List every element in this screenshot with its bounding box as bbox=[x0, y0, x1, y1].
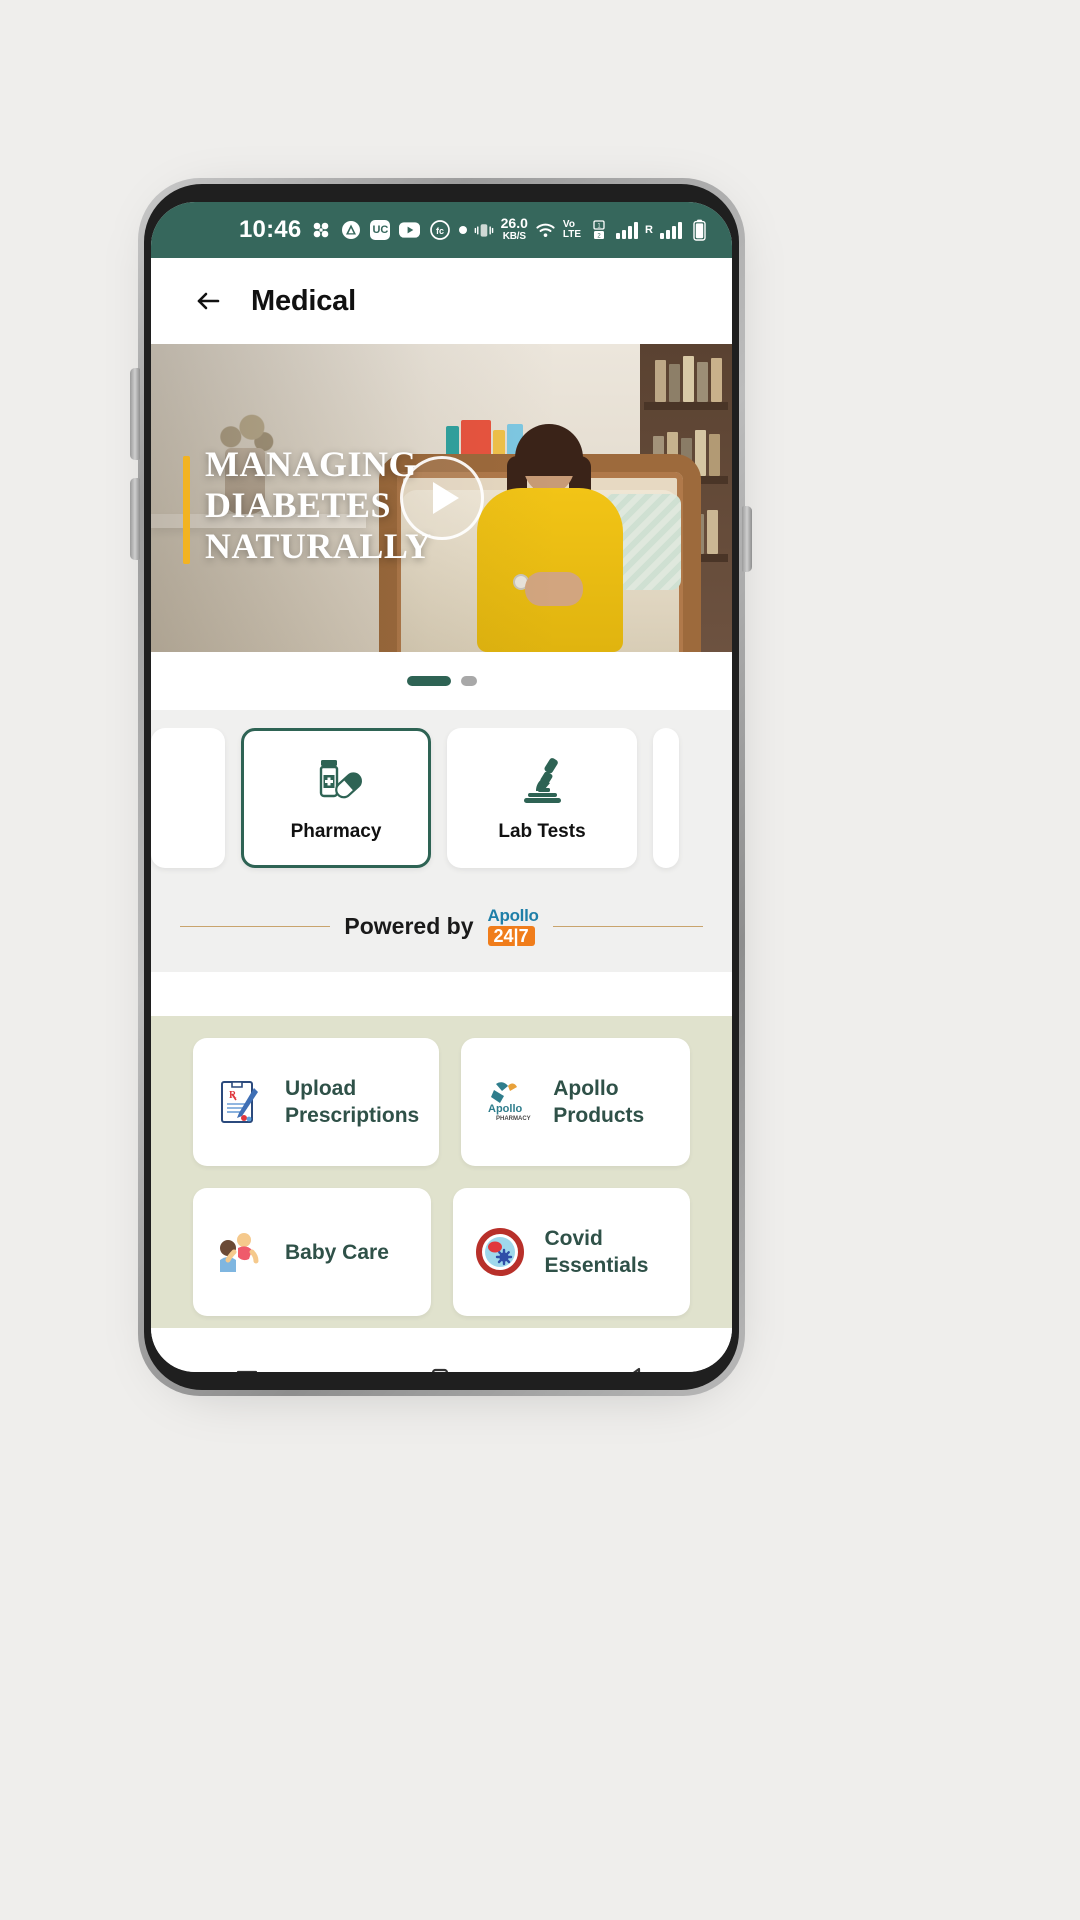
phone-screen: 10:46 UC fc 26.0 KB/S Vo LTE 1 2 R Medic… bbox=[151, 202, 732, 1372]
category-card-pharmacy[interactable]: Pharmacy bbox=[241, 728, 431, 868]
volume-up-button[interactable] bbox=[130, 368, 140, 460]
category-rail-wrapper: Pharmacy Lab Tests Powered by Apollo 24|… bbox=[151, 710, 732, 972]
status-bar-left: 10:46 UC fc bbox=[239, 216, 468, 244]
category-label: Pharmacy bbox=[290, 821, 382, 842]
service-card-upload-prescriptions[interactable]: R Upload Prescriptions bbox=[193, 1038, 440, 1166]
roaming-signal-icon bbox=[660, 221, 682, 239]
vibrate-icon bbox=[473, 220, 494, 241]
service-card-baby-care[interactable]: Baby Care bbox=[193, 1188, 431, 1316]
carousel-dot-1[interactable] bbox=[406, 676, 451, 686]
category-rail[interactable]: Pharmacy Lab Tests bbox=[151, 728, 732, 880]
back-triangle-icon[interactable] bbox=[617, 1360, 653, 1372]
battery-icon bbox=[689, 219, 710, 241]
status-bar-right: 26.0 KB/S Vo LTE 1 2 R bbox=[473, 215, 710, 243]
main-content: MANAGING DIABETES NATURALLY Pharmacy Lab… bbox=[151, 344, 732, 1328]
dot-icon bbox=[459, 226, 468, 234]
volume-down-button[interactable] bbox=[130, 478, 140, 560]
services-grid: R Upload Prescriptions bbox=[151, 1016, 732, 1328]
screenshot-stage: 10:46 UC fc 26.0 KB/S Vo LTE 1 2 R Medic… bbox=[0, 0, 1080, 1920]
banner-title-line-1: MANAGING bbox=[205, 444, 417, 484]
apollo-247-logo: Apollo 24|7 bbox=[487, 905, 539, 946]
status-bar: 10:46 UC fc 26.0 KB/S Vo LTE 1 2 R bbox=[151, 202, 732, 258]
category-card-partial-left[interactable] bbox=[151, 728, 225, 868]
prescription-document-icon: R bbox=[213, 1075, 267, 1129]
video-banner[interactable]: MANAGING DIABETES NATURALLY bbox=[151, 344, 732, 652]
service-label: Baby Care bbox=[285, 1240, 389, 1264]
svg-text:PHARMACY: PHARMACY bbox=[496, 1116, 531, 1122]
microscope-icon bbox=[514, 753, 570, 809]
content-spacer bbox=[151, 972, 732, 1016]
youtube-icon bbox=[399, 220, 421, 241]
svg-text:Apollo: Apollo bbox=[488, 1103, 522, 1115]
baby-care-icon bbox=[213, 1225, 267, 1279]
service-label: Covid Essentials bbox=[544, 1227, 649, 1277]
cloud-sync-icon bbox=[310, 220, 331, 241]
home-square-icon[interactable] bbox=[423, 1360, 459, 1372]
apollo-247-badge: 24|7 bbox=[487, 925, 535, 946]
carousel-dots bbox=[151, 652, 732, 710]
service-card-covid-essentials[interactable]: Covid Essentials bbox=[452, 1188, 690, 1316]
banner-accent-bar bbox=[183, 456, 190, 564]
status-bar-clock: 10:46 bbox=[239, 216, 302, 243]
wifi-icon bbox=[535, 220, 556, 241]
service-label: Apollo Products bbox=[553, 1077, 645, 1127]
uc-label: UC bbox=[372, 224, 389, 236]
category-card-partial-right[interactable] bbox=[653, 728, 679, 868]
signal-bars-icon bbox=[616, 221, 639, 239]
page-title: Medical bbox=[251, 284, 356, 317]
banner-title-line-2: DIABETES bbox=[205, 485, 392, 525]
uc-browser-icon: UC bbox=[370, 220, 391, 240]
play-triangle bbox=[432, 482, 459, 514]
carousel-dot-2[interactable] bbox=[460, 676, 477, 686]
roaming-label: R bbox=[645, 224, 653, 236]
menu-lines-icon[interactable] bbox=[230, 1360, 266, 1372]
svg-text:fc: fc bbox=[436, 226, 444, 236]
apollo-brand-name: Apollo bbox=[487, 905, 539, 925]
apollo-pharmacy-logo-icon: Apollo PHARMACY bbox=[481, 1075, 535, 1129]
divider-right bbox=[552, 925, 703, 927]
network-speed-indicator: 26.0 KB/S bbox=[500, 215, 528, 243]
play-icon[interactable] bbox=[399, 456, 484, 540]
service-label-line-2: Prescriptions bbox=[285, 1104, 420, 1127]
network-speed-unit: KB/S bbox=[502, 231, 526, 242]
services-row: R Upload Prescriptions bbox=[193, 1038, 690, 1166]
divider-left bbox=[180, 925, 331, 927]
banner-title-line-3: NATURALLY bbox=[205, 526, 432, 566]
volte-icon: Vo LTE bbox=[563, 220, 581, 240]
power-button[interactable] bbox=[742, 506, 752, 572]
powered-by-label: Powered by bbox=[344, 912, 474, 939]
covid-virus-icon bbox=[473, 1225, 527, 1279]
powered-by-row: Powered by Apollo 24|7 bbox=[151, 880, 732, 972]
fc-icon: fc bbox=[429, 220, 450, 241]
category-card-lab-tests[interactable]: Lab Tests bbox=[447, 728, 637, 868]
medicine-bottle-capsule-icon bbox=[308, 753, 364, 809]
service-label: Upload Prescriptions bbox=[285, 1075, 419, 1129]
android-nav-bar bbox=[151, 1328, 732, 1372]
app-header: Medical bbox=[151, 258, 732, 344]
volte-line2: LTE bbox=[562, 229, 582, 240]
service-label-line-1: Upload bbox=[285, 1077, 357, 1100]
services-row: Baby Care Covid Essentials bbox=[193, 1188, 690, 1316]
back-arrow-icon[interactable] bbox=[191, 284, 225, 318]
apps-triangle-icon bbox=[340, 220, 361, 241]
category-label: Lab Tests bbox=[498, 821, 586, 842]
network-speed-value: 26.0 bbox=[500, 215, 528, 231]
service-card-apollo-products[interactable]: Apollo PHARMACY Apollo Products bbox=[461, 1038, 690, 1166]
sim-badges-icon: 1 2 bbox=[588, 220, 609, 241]
banner-title: MANAGING DIABETES NATURALLY bbox=[205, 444, 432, 567]
